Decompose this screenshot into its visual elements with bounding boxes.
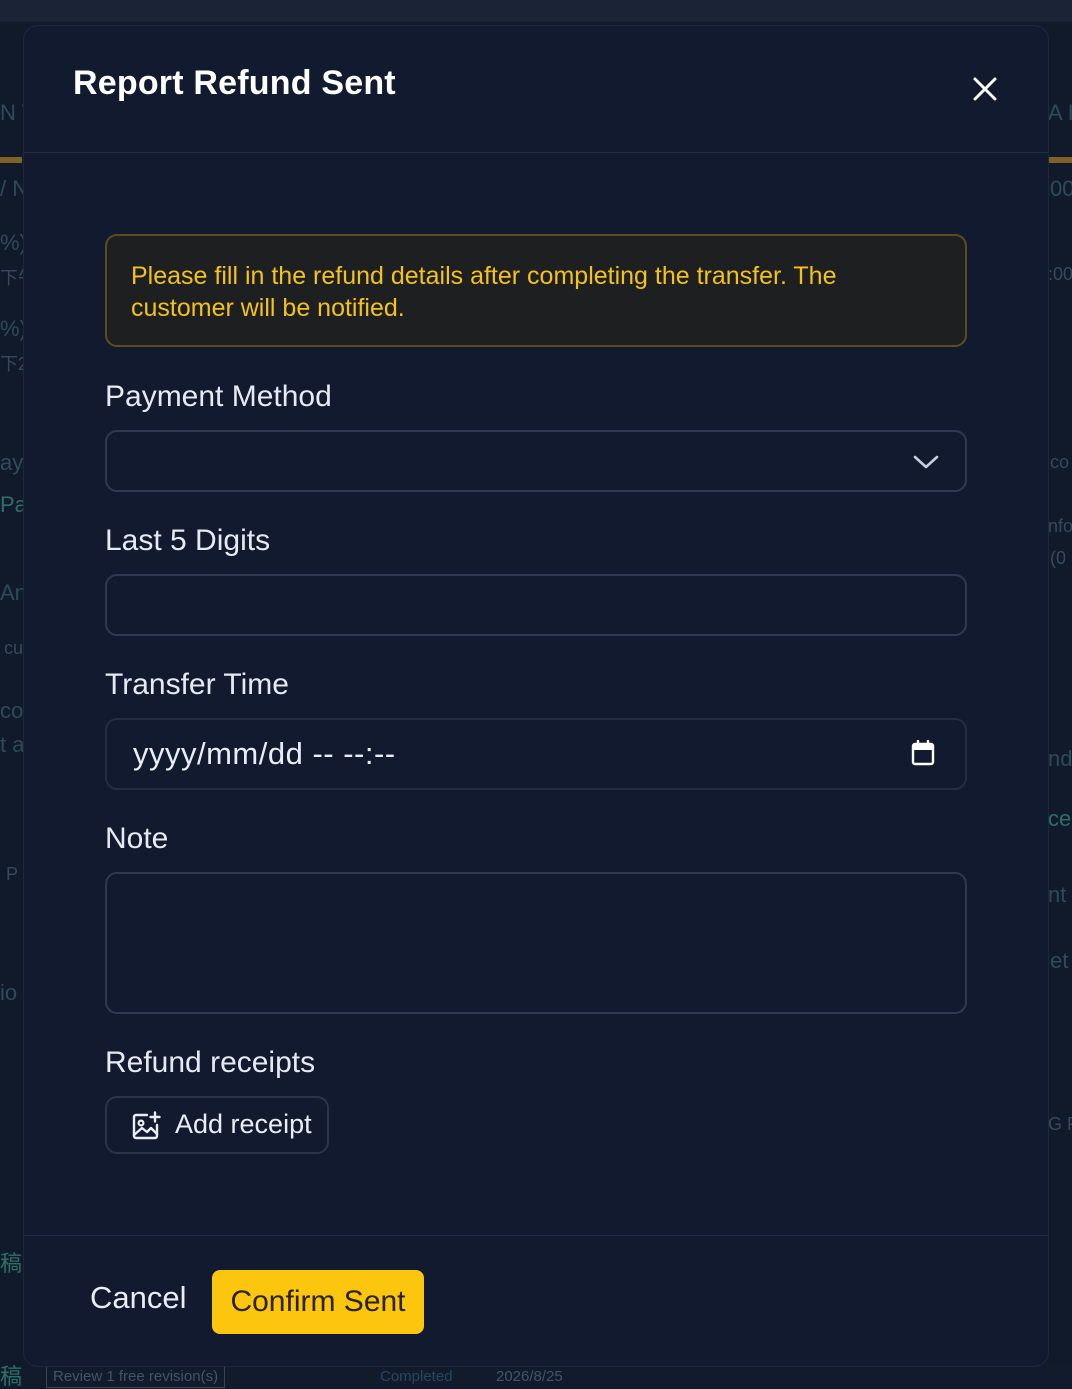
background-text: ay: [0, 450, 24, 475]
background-text: A I: [1048, 100, 1072, 125]
background-text: :00: [1048, 264, 1072, 284]
payment-method-select[interactable]: [105, 430, 967, 492]
background-text: 2026/8/25: [496, 1368, 563, 1385]
add-receipt-button[interactable]: Add receipt: [105, 1096, 329, 1154]
close-icon: [973, 77, 997, 101]
background-text: %): [0, 316, 27, 341]
background-topbar: [0, 0, 1072, 22]
cancel-button[interactable]: Cancel: [90, 1280, 187, 1316]
background-text: 稿: [0, 1364, 23, 1389]
calendar-icon[interactable]: [911, 740, 935, 766]
confirm-sent-button[interactable]: Confirm Sent: [212, 1270, 424, 1334]
background-footer-row: 稿 Review 1 free revision(s) Completed 20…: [0, 1366, 1072, 1388]
background-text: An: [0, 580, 27, 605]
last-digits-label: Last 5 Digits: [105, 524, 271, 557]
background-text: nt: [1048, 882, 1067, 907]
background-status-chip: Review 1 free revision(s): [46, 1366, 226, 1388]
background-text: %): [0, 230, 27, 255]
background-text: Completed: [380, 1368, 453, 1385]
transfer-time-input[interactable]: yyyy/mm/dd -- --:--: [105, 718, 967, 790]
image-add-icon: [132, 1111, 161, 1140]
note-textarea[interactable]: [105, 872, 967, 1014]
background-text: nd: [1048, 746, 1072, 771]
background-text: co: [1050, 452, 1070, 472]
last-digits-input[interactable]: [105, 574, 967, 636]
info-notice: Please fill in the refund details after …: [105, 234, 967, 347]
background-text: 稿: [0, 1251, 23, 1276]
background-accent-line: [0, 157, 22, 163]
background-text: cu: [4, 638, 24, 658]
close-button[interactable]: [968, 72, 1002, 106]
background-text: Pa: [0, 492, 27, 517]
background-text: et: [1050, 948, 1069, 973]
background-text: G F: [1048, 1114, 1072, 1134]
chevron-down-icon: [913, 455, 939, 469]
background-text: t a: [0, 732, 25, 757]
background-text: io: [0, 980, 18, 1005]
add-receipt-label: Add receipt: [175, 1109, 312, 1139]
transfer-time-placeholder: yyyy/mm/dd -- --:--: [133, 736, 396, 771]
payment-method-label: Payment Method: [105, 380, 332, 413]
background-text: P: [6, 864, 19, 884]
transfer-time-label: Transfer Time: [105, 668, 289, 701]
background-text: 1 free revision(s): [106, 1368, 219, 1385]
background-text: co: [0, 698, 24, 723]
dialog-title: Report Refund Sent: [73, 64, 396, 102]
background-text: Review: [53, 1368, 103, 1385]
dialog-header: Report Refund Sent: [24, 26, 1048, 153]
background-accent-line: [1048, 157, 1072, 163]
dialog-footer: Cancel Confirm Sent: [24, 1235, 1048, 1367]
background-text: ce: [1048, 806, 1072, 831]
background-text: (0: [1050, 548, 1067, 568]
note-label: Note: [105, 822, 169, 855]
refund-receipts-label: Refund receipts: [105, 1046, 316, 1079]
background-text: 00: [1050, 176, 1072, 201]
background-text: nfo: [1048, 516, 1072, 536]
refund-dialog: Report Refund Sent Please fill in the re…: [24, 26, 1048, 1366]
